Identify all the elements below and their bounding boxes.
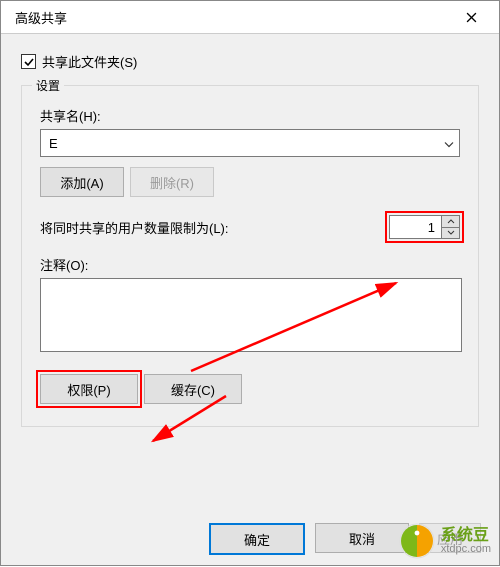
share-name-buttons: 添加(A) 删除(R) [40, 167, 460, 197]
permissions-cache-row: 权限(P) 缓存(C) [40, 374, 460, 404]
cancel-button[interactable]: 取消 [315, 523, 409, 553]
checkbox-box [21, 54, 36, 69]
share-name-label: 共享名(H): [40, 106, 460, 125]
share-name-value: E [49, 136, 58, 151]
user-limit-input[interactable] [389, 215, 441, 239]
watermark-url: xtdpc.com [441, 544, 491, 555]
chevron-down-icon [444, 136, 454, 151]
share-folder-label: 共享此文件夹(S) [42, 52, 137, 71]
cache-button[interactable]: 缓存(C) [144, 374, 242, 404]
advanced-sharing-dialog: 高级共享 共享此文件夹(S) 设置 共享名(H): E [0, 0, 500, 566]
watermark-name: 系统豆 [441, 528, 491, 544]
spinner-buttons [441, 215, 460, 239]
add-button[interactable]: 添加(A) [40, 167, 124, 197]
settings-legend: 设置 [32, 77, 64, 94]
titlebar: 高级共享 [1, 1, 499, 34]
remove-button: 删除(R) [130, 167, 214, 197]
checkmark-icon [24, 57, 34, 67]
client-area: 共享此文件夹(S) 设置 共享名(H): E 添加(A) 删除(R) 将同时共享… [1, 34, 499, 427]
watermark: 系统豆 xtdpc.com [399, 523, 491, 559]
comment-label: 注释(O): [40, 255, 460, 274]
chevron-down-icon [447, 230, 455, 235]
watermark-logo-icon [399, 523, 435, 559]
share-folder-checkbox[interactable]: 共享此文件夹(S) [21, 52, 479, 71]
ok-button[interactable]: 确定 [209, 523, 305, 555]
close-button[interactable] [451, 1, 491, 33]
user-limit-spinner[interactable] [389, 215, 460, 239]
user-limit-label: 将同时共享的用户数量限制为(L): [40, 218, 229, 237]
chevron-up-icon [447, 219, 455, 224]
share-name-select[interactable]: E [40, 129, 460, 157]
spinner-down-button[interactable] [442, 228, 459, 239]
settings-group: 设置 共享名(H): E 添加(A) 删除(R) 将同时共享的用户数量限制为(L… [21, 85, 479, 427]
permissions-button[interactable]: 权限(P) [40, 374, 138, 404]
spinner-up-button[interactable] [442, 216, 459, 228]
comment-textarea[interactable] [40, 278, 462, 352]
user-limit-row: 将同时共享的用户数量限制为(L): [40, 215, 460, 239]
close-icon [466, 12, 477, 23]
window-title: 高级共享 [15, 8, 451, 27]
